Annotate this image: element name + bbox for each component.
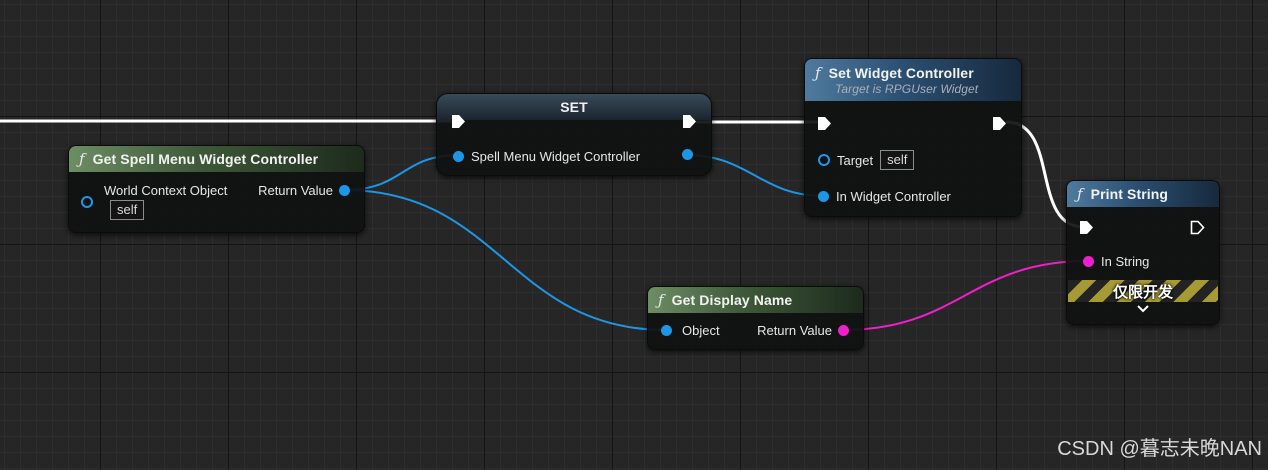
exec-out-pin[interactable] <box>1190 220 1205 235</box>
return-value-row: Return Value <box>258 183 350 198</box>
in-widget-controller-pin[interactable] <box>818 191 829 202</box>
world-context-object-pin-row <box>81 196 93 208</box>
world-context-object-value[interactable]: self <box>110 200 145 220</box>
world-context-object-label: World Context Object <box>104 183 228 198</box>
expand-row <box>1067 305 1219 313</box>
return-value-label: Return Value <box>757 323 832 338</box>
watermark: CSDN @暮志未晚NAN <box>1057 438 1262 460</box>
node-set[interactable]: SET Spell Menu Widget Controller <box>436 93 712 176</box>
object-label: Object <box>682 323 720 338</box>
string-wire-displayname-to-print <box>841 260 1089 331</box>
in-widget-controller-label: In Widget Controller <box>836 189 951 204</box>
node-get-display-name[interactable]: ƒ Get Display Name Object Return Value <box>647 286 864 350</box>
exec-out-row <box>992 116 1007 131</box>
chevron-down-icon[interactable] <box>1137 305 1149 313</box>
exec-out-pin[interactable] <box>682 114 697 129</box>
world-context-object-value-row: self <box>110 200 145 220</box>
exec-out-pin[interactable] <box>992 116 1007 131</box>
node-header[interactable]: ƒ Get Spell Menu Widget Controller <box>69 146 364 172</box>
exec-out-row <box>682 114 697 129</box>
in-widget-controller-row: In Widget Controller <box>818 189 951 204</box>
node-title: SET <box>560 99 588 115</box>
function-icon: ƒ <box>79 150 85 168</box>
return-value-pin[interactable] <box>339 185 350 196</box>
node-set-widget-controller[interactable]: ƒ Set Widget Controller Target is RPGUse… <box>804 58 1022 217</box>
world-context-object-label-row: World Context Object <box>104 183 227 198</box>
exec-in-row <box>451 114 466 129</box>
node-print-string[interactable]: ƒ Print String In String 仅限开发 <box>1066 180 1220 325</box>
exec-in-pin[interactable] <box>817 116 832 131</box>
function-icon: ƒ <box>815 64 821 82</box>
target-label: Target <box>837 152 874 168</box>
node-title: Get Display Name <box>671 292 793 308</box>
in-string-pin[interactable] <box>1083 256 1094 267</box>
node-header[interactable]: ƒ Set Widget Controller Target is RPGUse… <box>805 59 1021 101</box>
exec-in-pin[interactable] <box>1079 220 1094 235</box>
return-value-label: Return Value <box>258 183 333 198</box>
node-header[interactable]: ƒ Print String <box>1067 181 1219 207</box>
set-input-row: Spell Menu Widget Controller <box>453 149 640 164</box>
return-value-pin[interactable] <box>838 325 849 336</box>
target-row: Target self <box>818 150 915 170</box>
in-string-label: In String <box>1101 254 1150 269</box>
node-get-spell-menu-widget-controller[interactable]: ƒ Get Spell Menu Widget Controller World… <box>68 145 365 233</box>
node-title: Set Widget Controller <box>828 65 974 81</box>
target-value[interactable]: self <box>880 150 915 170</box>
node-title: Print String <box>1090 186 1169 202</box>
object-wire-return-to-object <box>343 189 667 331</box>
world-context-object-pin[interactable] <box>81 196 93 208</box>
set-output-pin[interactable] <box>682 149 693 160</box>
exec-out-row <box>1190 220 1205 235</box>
set-pin-label: Spell Menu Widget Controller <box>471 149 641 164</box>
exec-in-row <box>1079 220 1094 235</box>
exec-in-row <box>817 116 832 131</box>
in-string-row: In String <box>1083 254 1149 269</box>
node-header[interactable]: SET <box>437 94 711 120</box>
node-header[interactable]: ƒ Get Display Name <box>648 287 863 313</box>
exec-in-pin[interactable] <box>451 114 466 129</box>
set-input-pin[interactable] <box>453 151 464 162</box>
object-pin[interactable] <box>661 325 672 336</box>
set-output-row <box>682 149 693 160</box>
target-pin[interactable] <box>818 154 830 166</box>
function-icon: ƒ <box>658 291 664 309</box>
node-subtitle: Target is RPGUser Widget <box>835 82 979 96</box>
development-only-label: 仅限开发 <box>1112 283 1173 301</box>
node-title: Get Spell Menu Widget Controller <box>92 151 319 167</box>
function-icon: ƒ <box>1077 185 1083 203</box>
return-value-row: Return Value <box>757 323 849 338</box>
development-only-banner: 仅限开发 <box>1068 280 1218 302</box>
object-row: Object <box>661 323 720 338</box>
